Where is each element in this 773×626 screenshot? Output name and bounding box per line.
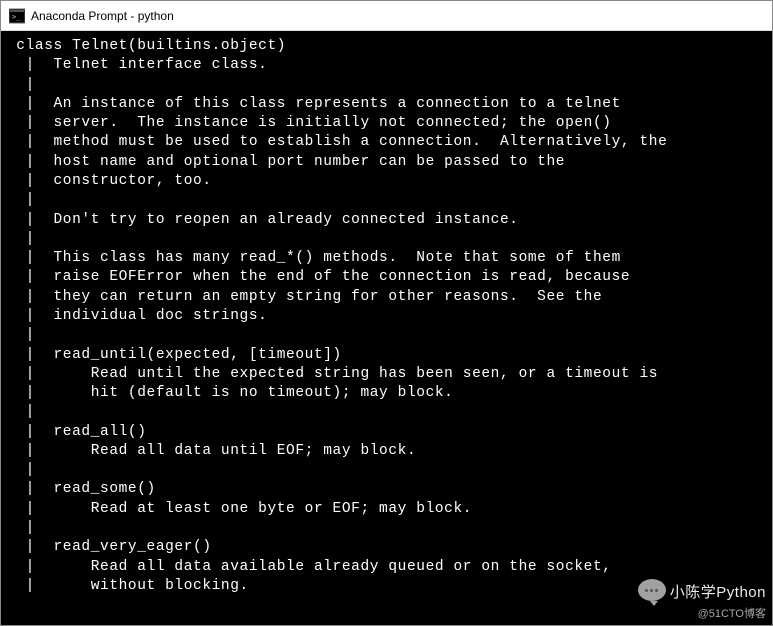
titlebar[interactable]: >_ Anaconda Prompt - python xyxy=(1,1,772,31)
window-title: Anaconda Prompt - python xyxy=(31,9,174,23)
terminal-window: >_ Anaconda Prompt - python class Telnet… xyxy=(0,0,773,626)
watermark-sub-text: @51CTO博客 xyxy=(698,605,772,621)
terminal-app-icon: >_ xyxy=(9,8,25,24)
terminal-content-area[interactable]: class Telnet(builtins.object) | Telnet i… xyxy=(1,31,772,625)
svg-text:>_: >_ xyxy=(12,13,21,21)
terminal-output: class Telnet(builtins.object) | Telnet i… xyxy=(7,37,772,596)
